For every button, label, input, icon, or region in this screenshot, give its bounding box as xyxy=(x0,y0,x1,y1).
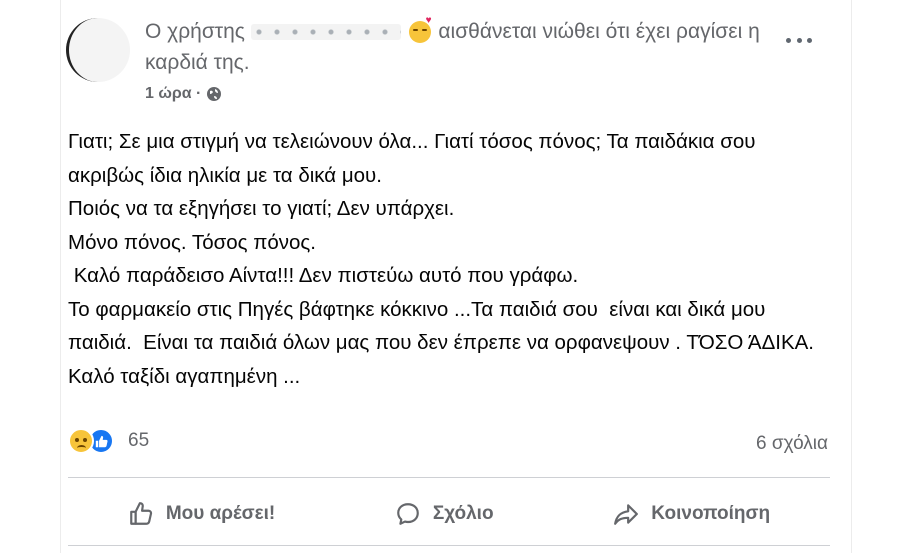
avatar[interactable] xyxy=(66,18,130,82)
post-body-line: Καλό ταξίδι αγαπημένη ... xyxy=(68,364,301,388)
post-body-line: Γιατι; Σε μια στιγμή να τελειώνουν όλα..… xyxy=(68,130,762,187)
post-body-line: Καλό παράδεισο Αίντα!!! Δεν πιστεύω αυτό… xyxy=(68,264,579,287)
header-prefix: Ο χρήστης xyxy=(145,20,245,43)
like-button[interactable]: Μου αρέσει! xyxy=(110,495,293,533)
globe-icon xyxy=(207,87,222,101)
share-button-label: Κοινοποίηση xyxy=(651,503,771,524)
comment-button[interactable]: Σχόλιο xyxy=(377,495,512,533)
post-actions-bar: Μου αρέσει! Σχόλιο Κοινοποίηση xyxy=(68,488,830,540)
share-arrow-icon xyxy=(614,504,639,525)
post-body-line: Το φαρμακείο στις Πηγές βάφτηκε κόκκινο … xyxy=(68,297,815,355)
like-button-label: Μου αρέσει! xyxy=(165,503,276,524)
post-body: Γιατι; Σε μια στιγμή να τελειώνουν όλα..… xyxy=(68,125,828,393)
comments-count-link[interactable]: 6 σχόλια xyxy=(756,433,828,455)
divider xyxy=(68,477,830,478)
post-meta: 1 ώρα · xyxy=(145,85,222,103)
post-header: Ο χρήστης ♥ αισθάνεται νιώθει ότι έχει ρ… xyxy=(145,16,765,78)
post-time[interactable]: 1 ώρα · xyxy=(145,85,201,103)
comment-button-label: Σχόλιο xyxy=(432,503,494,524)
reaction-count[interactable]: 65 xyxy=(128,430,149,452)
comment-bubble-icon xyxy=(397,503,419,525)
divider xyxy=(68,545,830,546)
redacted-username xyxy=(250,24,401,41)
heartbroken-emoji-icon: ♥ xyxy=(408,16,432,44)
more-options-icon[interactable] xyxy=(786,34,812,46)
thumbs-up-icon xyxy=(129,502,152,525)
post-body-line: Μόνο πόνος. Τόσος πόνος. xyxy=(68,230,316,254)
reactions-summary[interactable]: 65 xyxy=(68,428,149,454)
post-body-line: Ποιός να τα εξηγήσει το γιατί; Δεν υπάρχ… xyxy=(68,197,455,220)
sad-reaction-icon xyxy=(68,428,94,454)
share-button[interactable]: Κοινοποίηση xyxy=(595,495,788,533)
